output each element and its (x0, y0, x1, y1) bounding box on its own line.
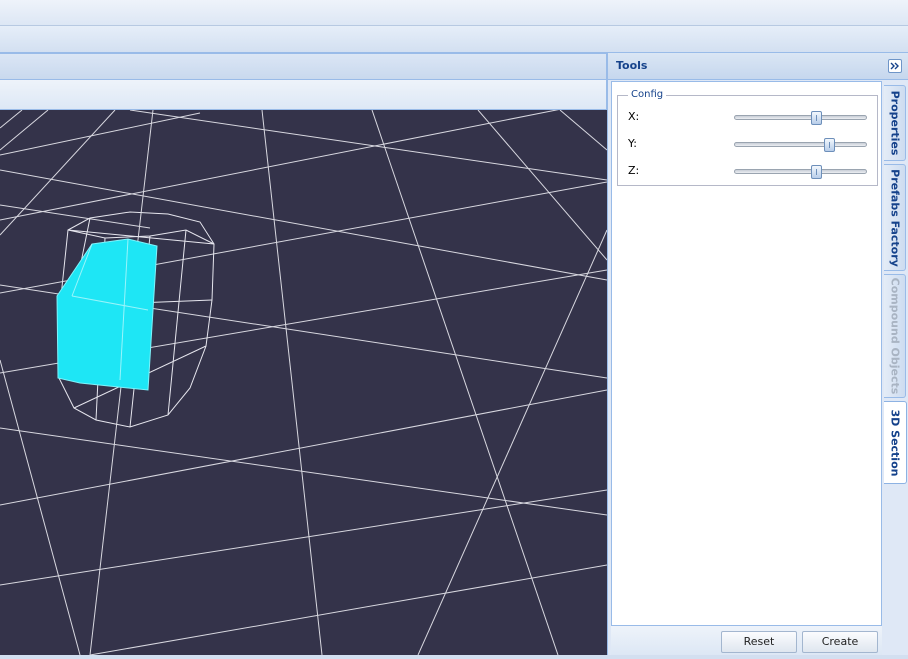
x-slider-thumb[interactable] (810, 111, 822, 125)
tools-body: Config X: Y: Z: (611, 81, 882, 655)
tab-prefabs-factory[interactable]: Prefabs Factory (884, 164, 906, 271)
y-label: Y: (628, 137, 637, 150)
slider-row-x: X: (628, 107, 873, 127)
slider-row-z: Z: (628, 161, 873, 181)
secondary-toolbar (0, 26, 908, 53)
config-fieldset: Config X: Y: Z: (617, 89, 878, 186)
tab-3d-section-label: 3D Section (888, 409, 902, 476)
double-chevron-right-icon (890, 62, 899, 70)
bottom-border (0, 655, 908, 659)
config-legend: Config (628, 89, 667, 100)
top-toolbar (0, 0, 908, 26)
tab-compound-objects[interactable]: Compound Objects (884, 274, 906, 398)
z-slider[interactable] (734, 165, 867, 179)
x-label: X: (628, 110, 640, 123)
tab-properties-label: Properties (888, 90, 901, 156)
reset-button[interactable]: Reset (721, 631, 797, 653)
tools-header: Tools (608, 53, 908, 80)
create-button[interactable]: Create (802, 631, 878, 653)
tab-compound-objects-label: Compound Objects (888, 277, 901, 395)
z-slider-thumb[interactable] (810, 165, 822, 179)
collapse-panel-button[interactable] (888, 59, 902, 73)
slider-row-y: Y: (628, 134, 873, 154)
tools-title: Tools (616, 59, 648, 72)
y-slider[interactable] (734, 138, 867, 152)
tab-prefabs-factory-label: Prefabs Factory (888, 168, 901, 267)
side-tab-strip: Properties Prefabs Factory Compound Obje… (884, 81, 908, 659)
tab-properties[interactable]: Properties (884, 85, 906, 161)
tools-footer: Reset Create (611, 625, 882, 658)
viewport-header (0, 53, 607, 80)
tab-3d-section[interactable]: 3D Section (884, 401, 907, 484)
z-label: Z: (628, 164, 640, 177)
3d-scene-canvas[interactable] (0, 110, 607, 655)
viewport-toolbar (0, 80, 607, 110)
y-slider-thumb[interactable] (824, 138, 836, 152)
tools-panel: Tools Config X: Y: Z: Reset Create Prope… (607, 53, 908, 659)
x-slider[interactable] (734, 111, 867, 125)
viewport-panel (0, 53, 607, 659)
